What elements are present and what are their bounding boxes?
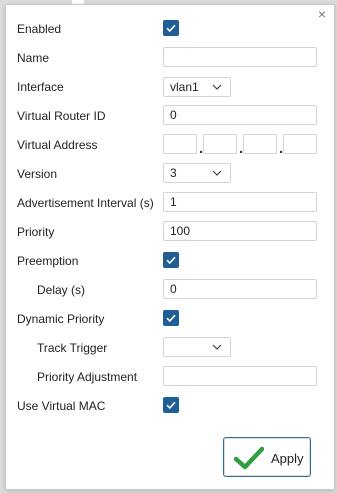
chevron-down-icon — [212, 344, 222, 350]
virtual-address-octet-2[interactable] — [203, 134, 237, 154]
interface-value: vlan1 — [170, 80, 199, 94]
interface-select[interactable]: vlan1 — [163, 77, 231, 97]
virtual-address-octet-4[interactable] — [283, 134, 317, 154]
interface-label: Interface — [17, 80, 64, 94]
checkmark-icon — [166, 314, 176, 323]
version-select[interactable]: 3 — [163, 163, 231, 183]
virtual-router-id-label: Virtual Router ID — [17, 109, 106, 123]
virtual-address-label: Virtual Address — [17, 138, 98, 152]
vrrp-settings-dialog: × Enabled Name Interface vlan1 Virtual R… — [5, 4, 335, 490]
use-virtual-mac-checkbox[interactable] — [163, 397, 179, 413]
advertisement-interval-label: Advertisement Interval (s) — [17, 196, 154, 210]
checkmark-icon — [166, 256, 176, 265]
preemption-checkbox[interactable] — [163, 252, 179, 268]
priority-input[interactable]: 100 — [163, 221, 317, 241]
use-virtual-mac-label: Use Virtual MAC — [17, 399, 106, 413]
dynamic-priority-checkbox[interactable] — [163, 310, 179, 326]
checkmark-icon — [166, 401, 176, 410]
priority-adjustment-label: Priority Adjustment — [37, 370, 138, 384]
version-value: 3 — [170, 166, 177, 180]
apply-check-icon — [234, 446, 264, 470]
delay-label: Delay (s) — [37, 283, 86, 297]
advertisement-interval-input[interactable]: 1 — [163, 192, 317, 212]
name-input[interactable] — [163, 47, 317, 67]
checkmark-icon — [166, 24, 176, 33]
enabled-label: Enabled — [17, 22, 62, 36]
preemption-label: Preemption — [17, 254, 79, 268]
apply-button-label: Apply — [271, 451, 304, 466]
virtual-address-octet-3[interactable] — [243, 134, 277, 154]
apply-button[interactable]: Apply — [223, 437, 311, 477]
priority-label: Priority — [17, 225, 55, 239]
virtual-address-octet-1[interactable] — [163, 134, 197, 154]
virtual-router-id-input[interactable]: 0 — [163, 105, 317, 125]
dynamic-priority-label: Dynamic Priority — [17, 312, 105, 326]
track-trigger-select[interactable] — [163, 337, 231, 357]
chevron-down-icon — [212, 84, 222, 90]
name-label: Name — [17, 51, 50, 65]
track-trigger-label: Track Trigger — [37, 341, 108, 355]
close-icon[interactable]: × — [315, 7, 329, 21]
enabled-checkbox[interactable] — [163, 20, 179, 36]
delay-input[interactable]: 0 — [163, 279, 317, 299]
version-label: Version — [17, 167, 58, 181]
priority-adjustment-input[interactable] — [163, 366, 317, 386]
chevron-down-icon — [212, 170, 222, 176]
